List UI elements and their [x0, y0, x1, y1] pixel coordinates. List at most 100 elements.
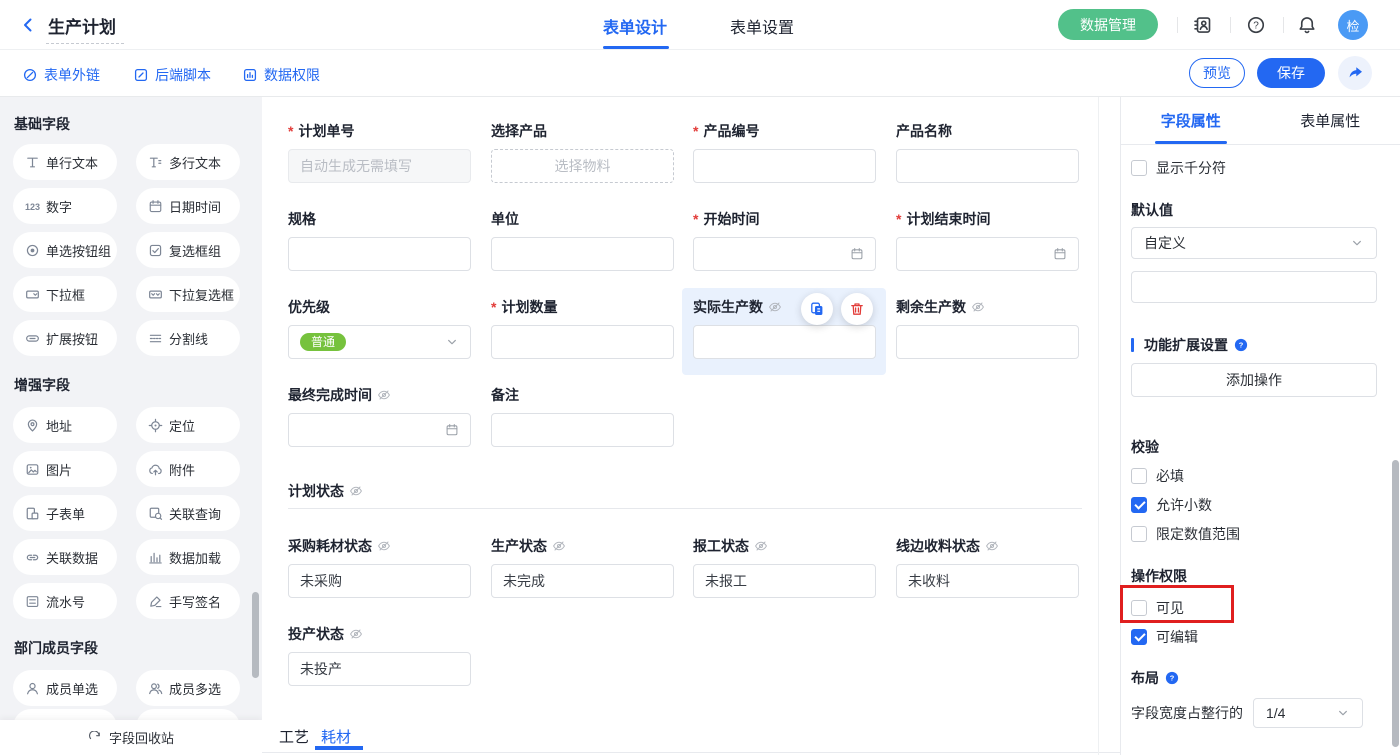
eye-off-icon[interactable]: [349, 627, 363, 641]
tab-process[interactable]: 工艺: [279, 726, 309, 747]
field-receive-status[interactable]: 线边收料状态 未收料: [896, 536, 1079, 598]
field-type-image[interactable]: 图片: [13, 451, 117, 487]
field-type-datetime[interactable]: 日期时间: [136, 188, 240, 224]
data-permission-link[interactable]: 数据权限: [242, 65, 320, 85]
field-priority[interactable]: 优先级 普通: [288, 297, 471, 359]
field-type-extension-button[interactable]: 扩展按钮: [13, 320, 117, 356]
sidebar-scrollbar[interactable]: [252, 592, 259, 678]
field-type-member-single[interactable]: 成员单选: [13, 670, 117, 706]
field-type-serial-number[interactable]: 流水号: [13, 583, 117, 619]
plan-qty-input[interactable]: [491, 325, 674, 359]
visible-option[interactable]: 可见: [1131, 597, 1377, 618]
add-operation-button[interactable]: 添加操作: [1131, 363, 1377, 397]
field-final-time[interactable]: 最终完成时间: [288, 385, 471, 447]
eye-off-icon[interactable]: [349, 484, 363, 498]
field-type-multi-line-text[interactable]: 多行文本: [136, 144, 240, 180]
help-circle-icon[interactable]: ?: [1165, 671, 1179, 685]
start-time-input[interactable]: [693, 237, 876, 271]
field-type-multi-select[interactable]: 下拉复选框: [136, 276, 240, 312]
field-type-single-line-text[interactable]: 单行文本: [13, 144, 117, 180]
eye-off-icon[interactable]: [754, 539, 768, 553]
field-remark[interactable]: 备注: [491, 385, 674, 447]
field-type-address[interactable]: 地址: [13, 407, 117, 443]
field-product-number[interactable]: *产品编号: [693, 121, 876, 183]
field-unit[interactable]: 单位: [491, 209, 674, 271]
field-recycle-bin[interactable]: 字段回收站: [0, 720, 262, 755]
tab-consumables[interactable]: 耗材: [321, 726, 351, 747]
field-plan-status-divider[interactable]: 计划状态: [288, 481, 1082, 509]
field-type-location[interactable]: 定位: [136, 407, 240, 443]
tab-form-design[interactable]: 表单设计: [603, 14, 667, 38]
field-launch-status[interactable]: 投产状态 未投产: [288, 624, 471, 686]
field-type-number[interactable]: 123数字: [13, 188, 117, 224]
prod-status-input[interactable]: 未完成: [491, 564, 674, 598]
field-type-divider[interactable]: 分割线: [136, 320, 240, 356]
editable-option[interactable]: 可编辑: [1131, 626, 1377, 647]
field-purchase-status[interactable]: 采购耗材状态 未采购: [288, 536, 471, 598]
field-remain-qty[interactable]: 剩余生产数: [896, 297, 1079, 359]
field-type-select[interactable]: 下拉框: [13, 276, 117, 312]
notification-bell-icon[interactable]: [1297, 15, 1317, 35]
final-time-input[interactable]: [288, 413, 471, 447]
field-type-checkbox-group[interactable]: 复选框组: [136, 232, 240, 268]
field-type-subform[interactable]: 子表单: [13, 495, 117, 531]
field-type-data-load[interactable]: 数据加载: [136, 539, 240, 575]
panel-scrollbar[interactable]: [1392, 460, 1399, 747]
launch-status-input[interactable]: 未投产: [288, 652, 471, 686]
eye-off-icon[interactable]: [971, 300, 985, 314]
remain-qty-input[interactable]: [896, 325, 1079, 359]
report-status-input[interactable]: 未报工: [693, 564, 876, 598]
tab-form-settings[interactable]: 表单设置: [730, 14, 794, 38]
field-report-status[interactable]: 报工状态 未报工: [693, 536, 876, 598]
select-material-button[interactable]: 选择物料: [491, 149, 674, 183]
tab-form-properties[interactable]: 表单属性: [1261, 97, 1400, 144]
field-type-signature[interactable]: 手写签名: [136, 583, 240, 619]
eye-off-icon[interactable]: [377, 388, 391, 402]
actual-qty-input[interactable]: [693, 325, 876, 359]
field-plan-end-time[interactable]: *计划结束时间: [896, 209, 1079, 271]
form-external-link[interactable]: 表单外链: [22, 65, 100, 85]
required-option[interactable]: 必填: [1131, 465, 1377, 486]
priority-select[interactable]: 普通: [288, 325, 471, 359]
help-icon[interactable]: ?: [1246, 15, 1266, 35]
thousand-separator-checkbox[interactable]: [1131, 160, 1147, 176]
delete-field-button[interactable]: [841, 293, 873, 325]
required-checkbox[interactable]: [1131, 468, 1147, 484]
field-width-select[interactable]: 1/4: [1253, 698, 1363, 728]
field-prod-status[interactable]: 生产状态 未完成: [491, 536, 674, 598]
field-start-time[interactable]: *开始时间: [693, 209, 876, 271]
eye-off-icon[interactable]: [985, 539, 999, 553]
field-spec[interactable]: 规格: [288, 209, 471, 271]
visible-checkbox[interactable]: [1131, 600, 1147, 616]
share-button[interactable]: [1338, 56, 1372, 90]
thousand-separator-option[interactable]: 显示千分符: [1131, 157, 1377, 178]
tab-field-properties[interactable]: 字段属性: [1121, 97, 1261, 144]
field-type-radio-group[interactable]: 单选按钮组: [13, 232, 117, 268]
field-type-attachment[interactable]: 附件: [136, 451, 240, 487]
default-value-select[interactable]: 自定义: [1131, 227, 1377, 259]
product-number-input[interactable]: [693, 149, 876, 183]
product-name-input[interactable]: [896, 149, 1079, 183]
field-type-related-query[interactable]: 关联查询: [136, 495, 240, 531]
allow-decimal-checkbox[interactable]: [1131, 497, 1147, 513]
field-select-product[interactable]: 选择产品 选择物料: [491, 121, 674, 183]
default-value-input[interactable]: [1131, 271, 1377, 303]
eye-off-icon[interactable]: [768, 300, 782, 314]
field-product-name[interactable]: 产品名称: [896, 121, 1079, 183]
data-manage-button[interactable]: 数据管理: [1058, 9, 1158, 40]
field-plan-number[interactable]: *计划单号 自动生成无需填写: [288, 121, 471, 183]
unit-input[interactable]: [491, 237, 674, 271]
field-plan-qty[interactable]: *计划数量: [491, 297, 674, 359]
field-type-related-data[interactable]: 关联数据: [13, 539, 117, 575]
preview-button[interactable]: 预览: [1189, 58, 1245, 88]
limit-range-checkbox[interactable]: [1131, 526, 1147, 542]
eye-off-icon[interactable]: [552, 539, 566, 553]
back-icon[interactable]: [20, 17, 36, 33]
receive-status-input[interactable]: 未收料: [896, 564, 1079, 598]
purchase-status-input[interactable]: 未采购: [288, 564, 471, 598]
save-button[interactable]: 保存: [1257, 58, 1325, 88]
address-book-icon[interactable]: [1193, 15, 1213, 35]
avatar[interactable]: 检: [1338, 10, 1368, 40]
plan-end-time-input[interactable]: [896, 237, 1079, 271]
limit-range-option[interactable]: 限定数值范围: [1131, 523, 1377, 544]
